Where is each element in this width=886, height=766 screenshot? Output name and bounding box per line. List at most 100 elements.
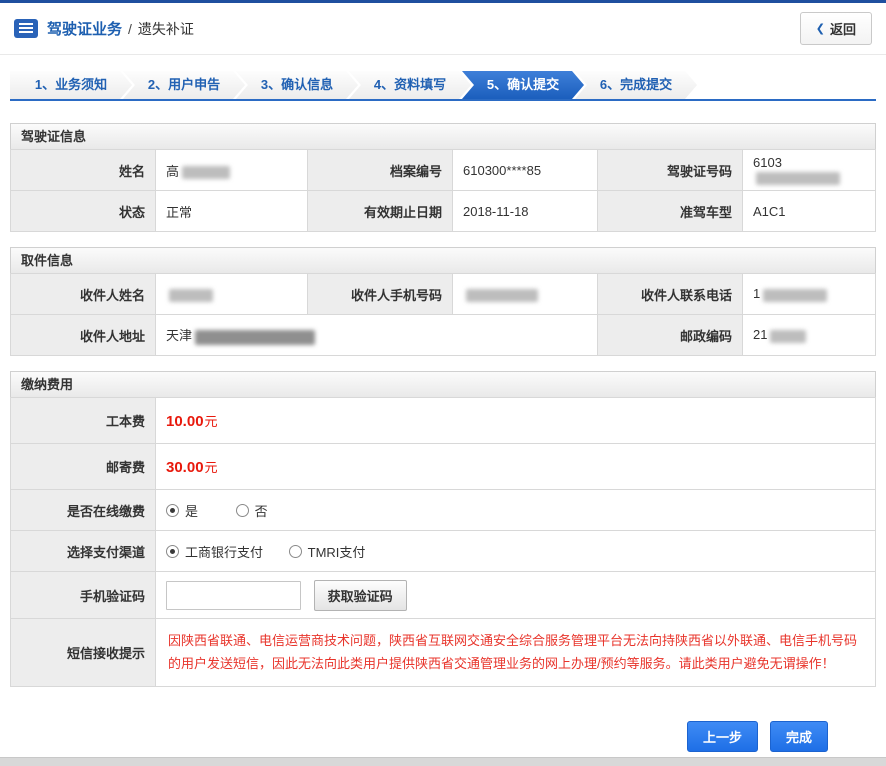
sms-notice-label: 短信接收提示: [11, 619, 156, 687]
online-pay-yes-option[interactable]: 是: [166, 501, 198, 520]
file-no-label: 档案编号: [308, 150, 453, 191]
recipient-phone-label: 收件人联系电话: [598, 274, 743, 315]
license-info-section-title: 驾驶证信息: [10, 123, 876, 150]
finish-button[interactable]: 完成: [770, 721, 828, 752]
postcode-value: 21: [743, 315, 876, 356]
back-button[interactable]: ❮ 返回: [800, 12, 872, 45]
table-row: 是否在线缴费 是 否: [11, 490, 876, 531]
back-button-label: 返回: [830, 19, 856, 38]
online-pay-yes-label: 是: [185, 501, 198, 520]
postcode-label: 邮政编码: [598, 315, 743, 356]
fees-table: 工本费 10.00元 邮寄费 30.00元 是否在线缴费 是: [10, 397, 876, 687]
redacted-blur: [763, 289, 827, 302]
fees-section-title: 缴纳费用: [10, 371, 876, 398]
table-row: 状态 正常 有效期止日期 2018-11-18 准驾车型 A1C1: [11, 191, 876, 232]
license-info-table: 姓名 高 档案编号 610300****85 驾驶证号码 6103 状态 正常 …: [10, 149, 876, 232]
table-row: 工本费 10.00元: [11, 398, 876, 444]
license-no-value: 6103: [743, 150, 876, 191]
production-fee-label: 工本费: [11, 398, 156, 444]
step-6-complete-submit[interactable]: 6、完成提交: [575, 71, 697, 99]
license-info-section: 驾驶证信息 姓名 高 档案编号 610300****85 驾驶证号码 6103 …: [10, 123, 876, 232]
pickup-info-section: 取件信息 收件人姓名 收件人手机号码 收件人联系电话 1 收件人地址 天津 邮政…: [10, 247, 876, 356]
recipient-mobile-label: 收件人手机号码: [308, 274, 453, 315]
radio-checked-icon: [166, 545, 179, 558]
vehicle-class-label: 准驾车型: [598, 191, 743, 232]
title-divider: /: [128, 21, 132, 37]
table-row: 邮寄费 30.00元: [11, 444, 876, 490]
table-row: 姓名 高 档案编号 610300****85 驾驶证号码 6103: [11, 150, 876, 191]
captcha-row: 获取验证码: [156, 572, 876, 619]
chevron-left-icon: ❮: [816, 22, 825, 35]
table-row: 收件人地址 天津 邮政编码 21: [11, 315, 876, 356]
header: 驾驶证业务 / 遗失补证 ❮ 返回: [0, 3, 886, 55]
radio-unchecked-icon: [289, 545, 302, 558]
postage-fee-amount: 30.00: [166, 459, 204, 476]
table-row: 短信接收提示 因陕西省联通、电信运营商技术问题，陕西省互联网交通安全综合服务管理…: [11, 619, 876, 687]
license-no-value-text: 6103: [753, 155, 782, 170]
postcode-value-text: 21: [753, 327, 767, 342]
previous-step-button[interactable]: 上一步: [687, 721, 758, 752]
recipient-phone-value-text: 1: [753, 286, 760, 301]
captcha-input[interactable]: [166, 581, 301, 610]
step-4-fill-materials[interactable]: 4、资料填写: [349, 71, 471, 99]
status-value: 正常: [156, 191, 308, 232]
recipient-address-value: 天津: [156, 315, 598, 356]
vehicle-class-value: A1C1: [743, 191, 876, 232]
step-1-business-notice[interactable]: 1、业务须知: [10, 71, 132, 99]
file-no-value: 610300****85: [453, 150, 598, 191]
pickup-info-table: 收件人姓名 收件人手机号码 收件人联系电话 1 收件人地址 天津 邮政编码 21: [10, 273, 876, 356]
channel-icbc-label: 工商银行支付: [185, 542, 263, 561]
production-fee-amount: 10.00: [166, 413, 204, 430]
channel-icbc-option[interactable]: 工商银行支付: [166, 542, 263, 561]
table-row: 选择支付渠道 工商银行支付 TMRI支付: [11, 531, 876, 572]
recipient-address-value-text: 天津: [166, 328, 192, 343]
step-indicator: 1、业务须知 2、用户申告 3、确认信息 4、资料填写 5、确认提交 6、完成提…: [10, 71, 876, 101]
page-title: 驾驶证业务: [47, 18, 122, 39]
redacted-blur: [182, 166, 230, 179]
radio-unchecked-icon: [236, 504, 249, 517]
step-5-confirm-submit[interactable]: 5、确认提交: [462, 71, 584, 99]
online-pay-label: 是否在线缴费: [11, 490, 156, 531]
online-pay-no-option[interactable]: 否: [236, 501, 268, 520]
redacted-blur: [169, 289, 213, 302]
redacted-blur: [770, 330, 806, 343]
redacted-blur: [756, 172, 840, 185]
redacted-blur: [466, 289, 538, 302]
postage-fee-unit: 元: [205, 460, 218, 475]
redacted-blur: [195, 330, 315, 345]
bottom-strip: [0, 757, 886, 766]
production-fee-value: 10.00元: [156, 398, 876, 444]
sms-notice-text: 因陕西省联通、电信运营商技术问题，陕西省互联网交通安全综合服务管理平台无法向持陕…: [156, 619, 876, 687]
fees-section: 缴纳费用 工本费 10.00元 邮寄费 30.00元 是否在线缴费: [10, 371, 876, 687]
get-verification-code-button[interactable]: 获取验证码: [314, 580, 407, 611]
recipient-mobile-value: [453, 274, 598, 315]
table-row: 收件人姓名 收件人手机号码 收件人联系电话 1: [11, 274, 876, 315]
pickup-info-section-title: 取件信息: [10, 247, 876, 274]
recipient-phone-value: 1: [743, 274, 876, 315]
name-value-text: 高: [166, 164, 179, 179]
step-3-confirm-info[interactable]: 3、确认信息: [236, 71, 358, 99]
expiry-value: 2018-11-18: [453, 191, 598, 232]
footer-actions: 上一步 完成: [0, 721, 828, 752]
online-pay-options: 是 否: [156, 490, 876, 531]
status-label: 状态: [11, 191, 156, 232]
online-pay-no-label: 否: [255, 501, 268, 520]
payment-channel-options: 工商银行支付 TMRI支付: [156, 531, 876, 572]
radio-checked-icon: [166, 504, 179, 517]
page: 驾驶证业务 / 遗失补证 ❮ 返回 1、业务须知 2、用户申告 3、确认信息 4…: [0, 0, 886, 752]
table-row: 手机验证码 获取验证码: [11, 572, 876, 619]
postage-fee-value: 30.00元: [156, 444, 876, 490]
recipient-name-value: [156, 274, 308, 315]
step-2-user-declaration[interactable]: 2、用户申告: [123, 71, 245, 99]
production-fee-unit: 元: [205, 414, 218, 429]
recipient-address-label: 收件人地址: [11, 315, 156, 356]
name-value: 高: [156, 150, 308, 191]
document-list-icon: [14, 19, 38, 38]
page-subtitle: 遗失补证: [138, 19, 194, 39]
channel-tmri-option[interactable]: TMRI支付: [289, 542, 366, 561]
channel-tmri-label: TMRI支付: [308, 542, 366, 561]
payment-channel-label: 选择支付渠道: [11, 531, 156, 572]
expiry-label: 有效期止日期: [308, 191, 453, 232]
recipient-name-label: 收件人姓名: [11, 274, 156, 315]
license-no-label: 驾驶证号码: [598, 150, 743, 191]
